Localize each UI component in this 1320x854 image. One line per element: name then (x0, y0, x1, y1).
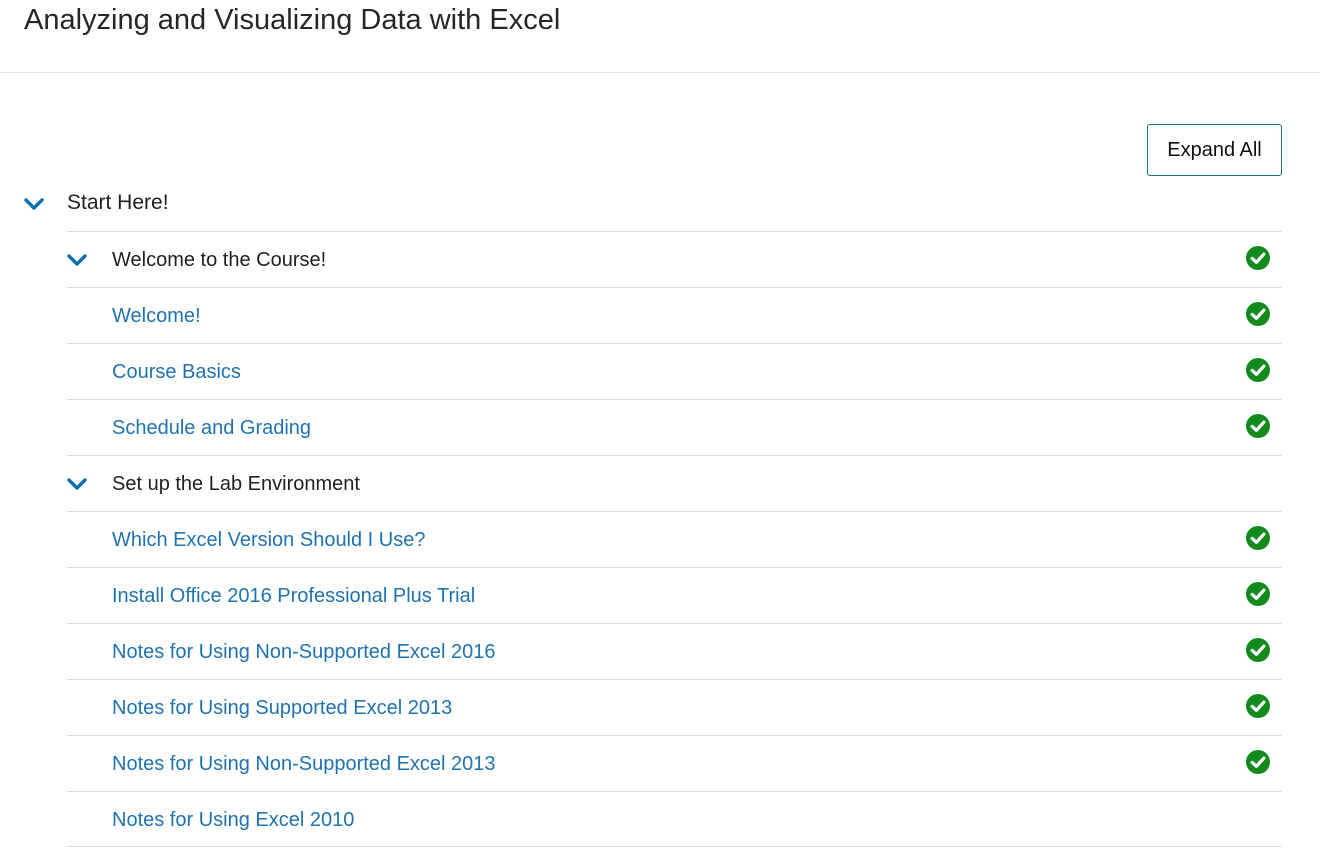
chevron-down-icon[interactable] (67, 253, 87, 267)
lesson-item[interactable]: Install Office 2016 Professional Plus Tr… (67, 567, 1282, 623)
lesson-group-label: Set up the Lab Environment (112, 473, 360, 495)
lesson-group-header[interactable]: Set up the Lab Environment (67, 455, 1282, 511)
check-circle-icon (1246, 358, 1270, 382)
check-circle-icon (1246, 414, 1270, 438)
section-start-here[interactable]: Start Here! (24, 176, 1282, 232)
lesson-item-link[interactable]: Course Basics (112, 359, 241, 385)
lesson-item[interactable]: Which Excel Version Should I Use? (67, 511, 1282, 567)
chevron-down-icon[interactable] (24, 197, 44, 211)
check-circle-icon (1246, 694, 1270, 718)
lesson-group-label: Welcome to the Course! (112, 249, 327, 271)
check-circle-icon (1246, 750, 1270, 774)
chevron-down-icon[interactable] (67, 477, 87, 491)
check-circle-icon (1246, 302, 1270, 326)
lesson-item[interactable]: Notes for Using Non-Supported Excel 2016 (67, 623, 1282, 679)
lesson-item-link[interactable]: Notes for Using Non-Supported Excel 2013 (112, 751, 496, 777)
check-circle-icon (1246, 582, 1270, 606)
lesson-item-link[interactable]: Install Office 2016 Professional Plus Tr… (112, 583, 475, 609)
lesson-item[interactable]: Notes for Using Supported Excel 2013 (67, 679, 1282, 735)
lesson-item[interactable]: Welcome! (67, 287, 1282, 343)
lesson-group-header[interactable]: Welcome to the Course! (67, 231, 1282, 287)
lesson-item-link[interactable]: Welcome! (112, 303, 201, 329)
check-circle-icon (1246, 638, 1270, 662)
lesson-item[interactable]: Schedule and Grading (67, 399, 1282, 455)
check-circle-icon (1246, 246, 1270, 270)
lesson-item[interactable]: Notes for Using Excel 2010 (67, 791, 1282, 847)
lesson-item-link[interactable]: Notes for Using Excel 2010 (112, 807, 354, 833)
lesson-item-link[interactable]: Schedule and Grading (112, 415, 311, 441)
lesson-item[interactable]: Course Basics (67, 343, 1282, 399)
check-circle-icon (1246, 526, 1270, 550)
lesson-list: Welcome to the Course! Welcome! Course Bas… (67, 231, 1282, 847)
lesson-item[interactable]: Notes for Using Non-Supported Excel 2013 (67, 735, 1282, 791)
lesson-item-link[interactable]: Notes for Using Supported Excel 2013 (112, 695, 452, 721)
page-title: Analyzing and Visualizing Data with Exce… (24, 4, 561, 36)
page-header: Analyzing and Visualizing Data with Exce… (0, 0, 1320, 73)
lesson-item-link[interactable]: Notes for Using Non-Supported Excel 2016 (112, 639, 496, 665)
lesson-item-link[interactable]: Which Excel Version Should I Use? (112, 527, 426, 553)
section-title: Start Here! (67, 191, 169, 214)
expand-all-button[interactable]: Expand All (1147, 124, 1282, 176)
